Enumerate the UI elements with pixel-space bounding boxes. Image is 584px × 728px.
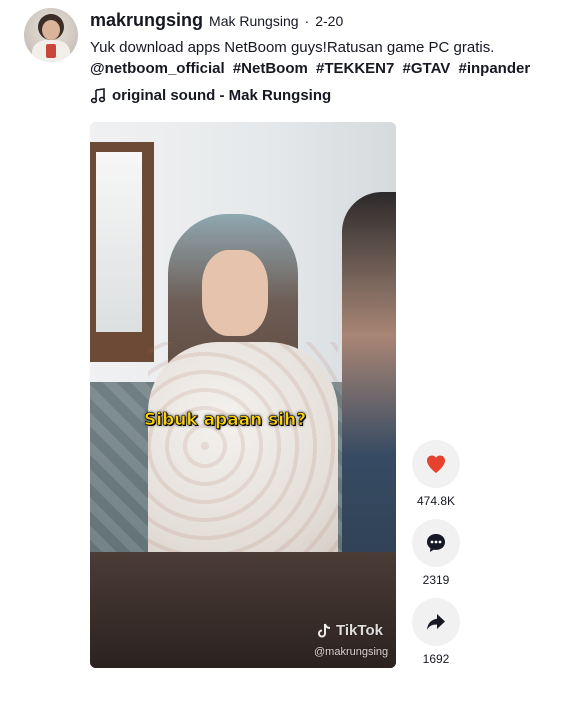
hashtag-link[interactable]: #NetBoom — [233, 60, 308, 77]
tiktok-watermark: TikTok — [316, 622, 383, 639]
comment-count: 2319 — [422, 573, 450, 587]
post-date: 2-20 — [315, 13, 344, 29]
like-count: 474.8K — [416, 494, 456, 508]
nickname-label: Mak Rungsing — [209, 13, 299, 29]
hashtag-link[interactable]: #GTAV — [403, 60, 451, 77]
author-line: makrungsing Mak Rungsing · 2-20 — [90, 10, 570, 31]
like-button[interactable] — [412, 440, 460, 488]
hashtag-link[interactable]: #inpander — [459, 60, 531, 77]
comment-action: 2319 — [412, 519, 460, 587]
comment-icon — [427, 534, 445, 552]
share-action: 1692 — [412, 598, 460, 666]
sound-label: original sound - Mak Rungsing — [112, 87, 332, 104]
tiktok-logo-icon — [318, 623, 331, 637]
sound-link[interactable]: original sound - Mak Rungsing — [90, 87, 570, 104]
avatar[interactable] — [24, 8, 78, 62]
mention-link[interactable]: @netboom_official — [90, 60, 225, 77]
video-scene-person-face — [202, 250, 268, 336]
music-note-icon — [90, 87, 106, 103]
username-link[interactable]: makrungsing — [90, 10, 203, 31]
watermark-handle: @makrungsing — [314, 646, 389, 658]
hashtag-link[interactable]: #TEKKEN7 — [316, 60, 394, 77]
like-action: 474.8K — [412, 440, 460, 508]
share-count: 1692 — [422, 652, 450, 666]
avatar-face — [42, 20, 60, 40]
caption-text: Yuk download apps NetBoom guys!Ratusan g… — [90, 39, 495, 56]
heart-icon — [427, 455, 445, 473]
share-button[interactable] — [412, 598, 460, 646]
watermark-brand: TikTok — [336, 622, 383, 639]
video-scene-window-glass — [96, 152, 142, 332]
post-meta: makrungsing Mak Rungsing · 2-20 Yuk down… — [90, 10, 570, 104]
comment-button[interactable] — [412, 519, 460, 567]
video-player[interactable]: Sibuk apaan sih? TikTok @makrungsing — [90, 122, 396, 668]
tag-list: @netboom_official #NetBoom #TEKKEN7 #GTA… — [90, 58, 570, 79]
video-subtitle: Sibuk apaan sih? — [144, 410, 307, 431]
share-arrow-icon — [427, 614, 445, 630]
separator-dot: · — [304, 13, 310, 29]
avatar-accent — [46, 44, 56, 58]
